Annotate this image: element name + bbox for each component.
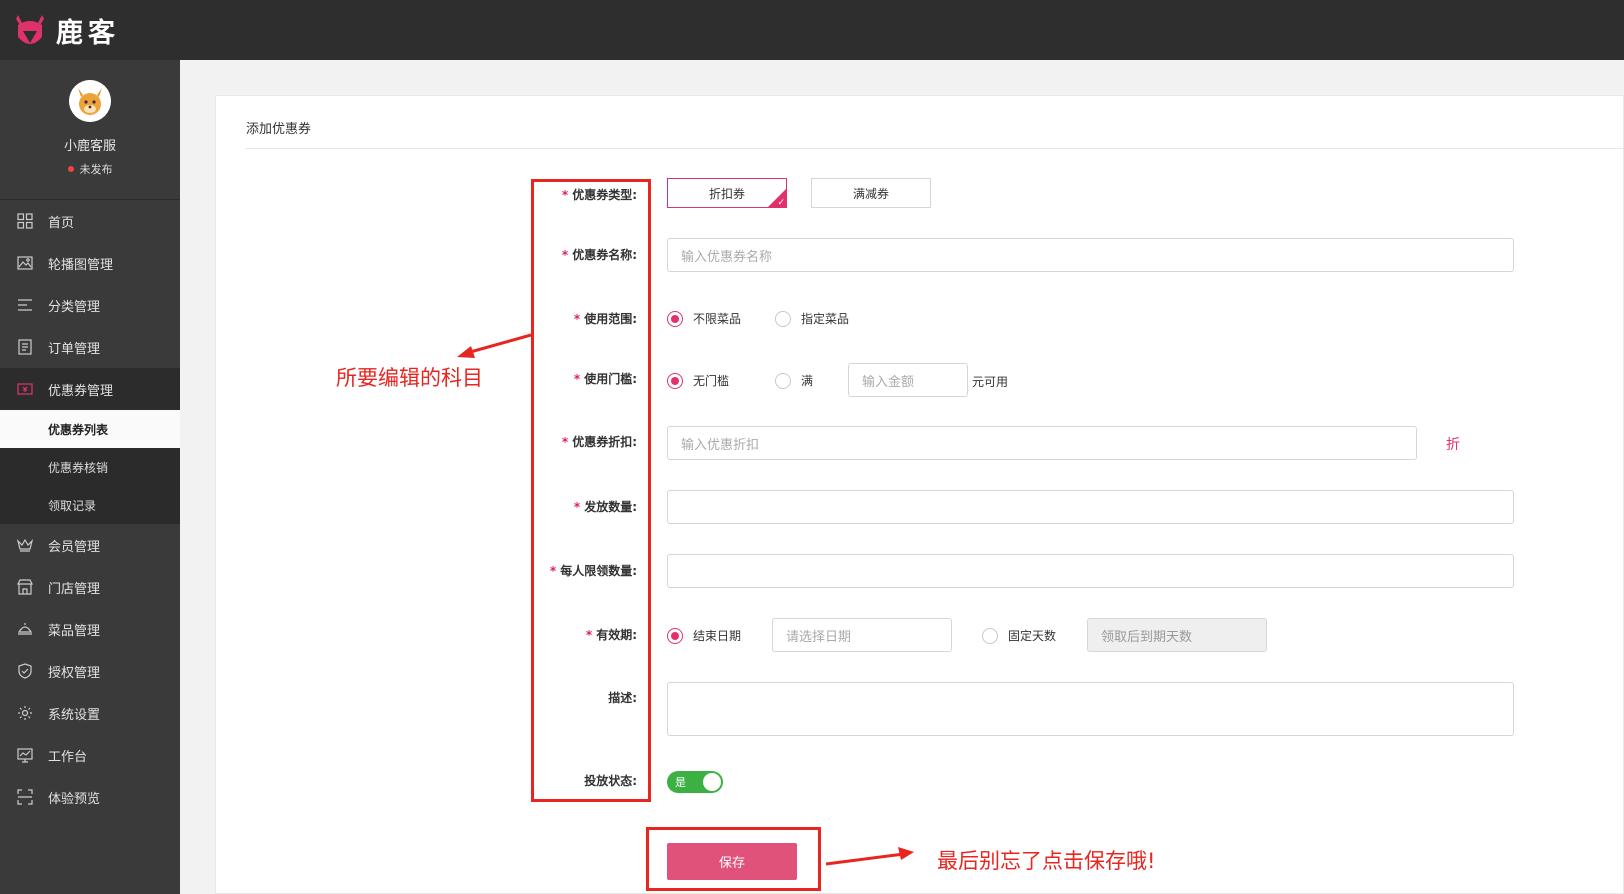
gear-icon (16, 704, 34, 722)
radio-checked (667, 310, 683, 327)
scope-specific-radio[interactable]: 指定菜品 (775, 310, 849, 327)
brand-logo[interactable]: 鹿客 (12, 9, 120, 51)
sidebar-item-coupon[interactable]: 优惠券管理 (0, 368, 180, 410)
radio-unchecked (982, 627, 998, 644)
radio-unchecked (775, 372, 791, 389)
sidebar-item-settings[interactable]: 系统设置 (0, 692, 180, 734)
grid-icon (16, 212, 34, 230)
end-date-picker[interactable]: 请选择日期 (772, 618, 952, 652)
annotation-box-save (646, 827, 821, 891)
radio-unchecked (775, 310, 791, 327)
profile-status: 未发布 (67, 161, 113, 177)
profile-name: 小鹿客服 (63, 139, 116, 154)
type-discount-label: 折扣券 (708, 186, 745, 201)
discount-unit: 折 (1446, 437, 1460, 453)
threshold-amount-input[interactable]: 输入金额 (848, 363, 968, 397)
sidebar-subitem-label: 优惠券核销 (48, 460, 109, 475)
sidebar-item-member[interactable]: 会员管理 (0, 524, 180, 566)
sidebar-item-label: 门店管理 (48, 581, 101, 597)
sidebar-item-label: 体验预览 (48, 791, 101, 807)
sidebar-item-label: 分类管理 (48, 299, 101, 315)
validity-fixed-days-radio[interactable]: 固定天数 (982, 627, 1056, 644)
annotation-box-fields (531, 179, 651, 802)
days-input[interactable]: 领取后到期天数 (1087, 618, 1267, 652)
coupon-icon (16, 380, 34, 398)
quantity-input[interactable] (667, 490, 1514, 524)
sidebar-subitem-claim-records[interactable]: 领取记录 (0, 486, 180, 524)
coupon-name-input[interactable]: 输入优惠券名称 (667, 238, 1514, 272)
scope-unlimited-radio[interactable]: 不限菜品 (667, 310, 741, 327)
list-icon (16, 296, 34, 314)
sidebar-item-label: 轮播图管理 (48, 257, 114, 273)
sidebar-subitem-coupon-verify[interactable]: 优惠券核销 (0, 448, 180, 486)
crown-icon (16, 536, 34, 554)
status-text: 未发布 (79, 163, 113, 176)
sidebar-item-dish[interactable]: 菜品管理 (0, 608, 180, 650)
sidebar-item-order[interactable]: 订单管理 (0, 326, 180, 368)
sidebar: 小鹿客服 未发布 首页 轮播图管理 分类管理 订单管理 优惠券管理 优惠券列表 … (0, 60, 180, 894)
page-title: 添加优惠券 (246, 122, 312, 137)
sidebar-item-auth[interactable]: 授权管理 (0, 650, 180, 692)
validity-end-date-radio[interactable]: 结束日期 (667, 627, 741, 644)
sidebar-item-store[interactable]: 门店管理 (0, 566, 180, 608)
deer-avatar-icon (69, 80, 111, 122)
sidebar-subitem-label: 领取记录 (48, 498, 97, 513)
scan-icon (16, 788, 34, 806)
sidebar-item-workbench[interactable]: 工作台 (0, 734, 180, 776)
sidebar-item-label: 首页 (48, 215, 75, 231)
per-person-input[interactable] (667, 554, 1514, 588)
profile-section: 小鹿客服 未发布 (0, 60, 180, 200)
type-reduction-button[interactable]: 满减券 (811, 178, 931, 208)
title-divider (246, 148, 1624, 149)
toggle-label: 是 (675, 776, 686, 789)
document-icon (16, 338, 34, 356)
status-dot (67, 166, 74, 172)
brand-name: 鹿客 (56, 17, 120, 49)
deer-logo-icon (16, 15, 44, 44)
sidebar-item-label: 系统设置 (48, 707, 101, 723)
annotation-arrow-right (825, 847, 914, 866)
radio-checked (667, 627, 683, 644)
threshold-min-radio[interactable]: 满 (775, 372, 813, 389)
avatar[interactable] (69, 80, 111, 122)
radio-checked (667, 372, 683, 389)
top-bar: 鹿客 (0, 0, 1624, 60)
check-icon: ✓ (777, 198, 785, 208)
threshold-none-radio[interactable]: 无门槛 (667, 372, 729, 389)
status-toggle[interactable]: 是 (667, 771, 723, 793)
toggle-knob (703, 773, 721, 791)
sidebar-item-label: 授权管理 (48, 665, 101, 681)
shield-icon (16, 662, 34, 680)
description-textarea[interactable] (667, 682, 1514, 736)
sidebar-item-preview[interactable]: 体验预览 (0, 776, 180, 818)
annotation-note-save: 最后别忘了点击保存哦! (937, 849, 1156, 873)
annotation-arrow-left (457, 333, 532, 358)
type-reduction-label: 满减券 (852, 186, 889, 201)
sidebar-item-label: 会员管理 (48, 539, 101, 555)
sidebar-subitem-coupon-list[interactable]: 优惠券列表 (0, 410, 180, 448)
sidebar-item-label: 工作台 (48, 749, 88, 765)
sidebar-item-banner[interactable]: 轮播图管理 (0, 242, 180, 284)
sidebar-item-label: 菜品管理 (48, 623, 101, 639)
sidebar-subitem-label: 优惠券列表 (48, 422, 109, 437)
annotation-note-fields: 所要编辑的科目 (336, 366, 483, 390)
type-discount-button[interactable]: 折扣券 ✓ (667, 178, 787, 208)
sidebar-item-home[interactable]: 首页 (0, 200, 180, 242)
dish-icon (16, 620, 34, 638)
discount-input[interactable]: 输入优惠折扣 (667, 426, 1417, 460)
threshold-suffix: 元可用 (972, 375, 1009, 389)
monitor-icon (16, 746, 34, 764)
sidebar-item-label: 订单管理 (48, 341, 101, 357)
store-icon (16, 578, 34, 596)
sidebar-item-category[interactable]: 分类管理 (0, 284, 180, 326)
sidebar-item-label: 优惠券管理 (48, 383, 114, 399)
image-icon (16, 254, 34, 272)
